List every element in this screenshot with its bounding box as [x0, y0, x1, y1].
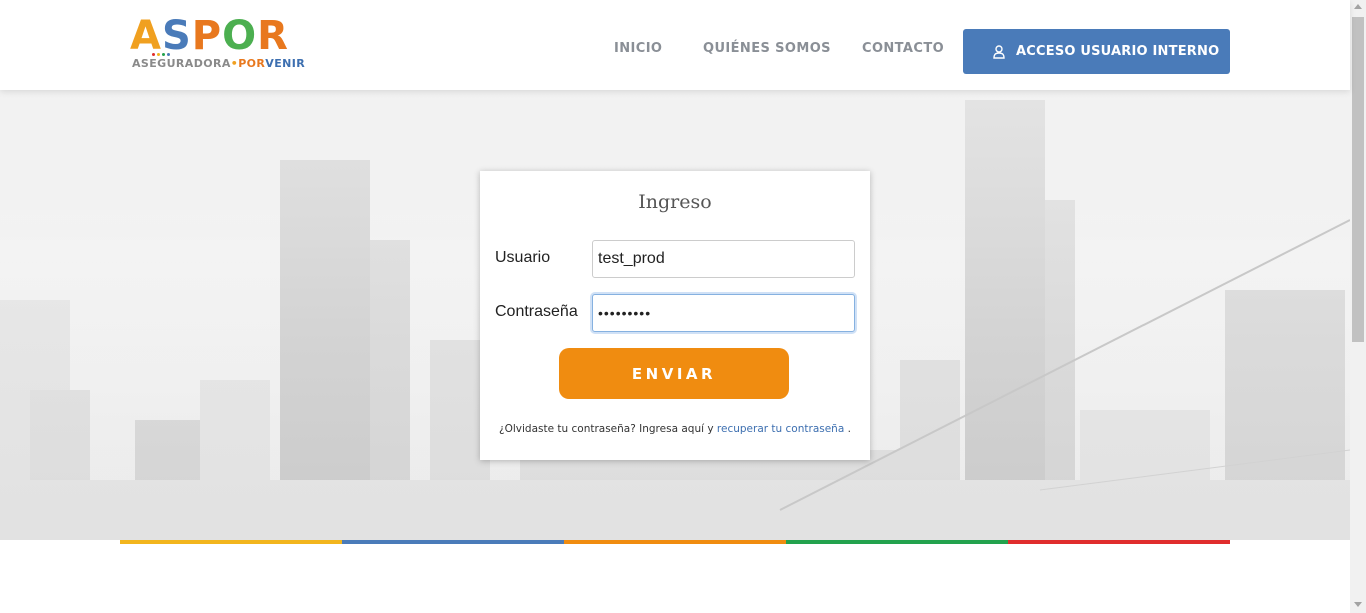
- logo-letter-s: S: [161, 13, 192, 59]
- site-header: ASPOR ASEGURADORA•PORVENIR INICIO QUIÉNE…: [0, 0, 1350, 90]
- forgot-text: ¿Olvidaste tu contraseña? Ingresa aquí y: [499, 423, 717, 435]
- acceso-usuario-interno-label: ACCESO USUARIO INTERNO: [1016, 44, 1220, 59]
- scroll-thumb[interactable]: [1352, 17, 1364, 342]
- nav-contacto[interactable]: CONTACTO: [862, 41, 944, 56]
- color-stripe-blue: [342, 540, 564, 544]
- login-card: Ingreso Usuario Contraseña ENVIAR ¿Olvid…: [480, 171, 870, 460]
- scroll-down-arrow-icon[interactable]: [1354, 602, 1362, 607]
- scroll-up-arrow-icon[interactable]: [1354, 4, 1362, 9]
- username-label: Usuario: [495, 249, 551, 266]
- nav-quienes-somos[interactable]: QUIÉNES SOMOS: [703, 41, 831, 56]
- user-icon: [993, 44, 1005, 59]
- recover-password-link[interactable]: recuperar tu contraseña: [717, 423, 844, 435]
- logo-wordmark: ASPOR: [130, 16, 289, 56]
- page-scrollbar[interactable]: [1350, 0, 1366, 613]
- logo-dots: [152, 43, 178, 56]
- password-input[interactable]: [592, 294, 855, 332]
- aspor-logo[interactable]: ASPOR ASEGURADORA•PORVENIR: [130, 16, 360, 72]
- password-label: Contraseña: [495, 303, 578, 320]
- logo-tagline: ASEGURADORA•PORVENIR: [132, 57, 306, 70]
- forgot-end: .: [844, 423, 851, 435]
- username-input[interactable]: [592, 240, 855, 278]
- logo-letter-p: P: [191, 13, 223, 59]
- login-title: Ingreso: [638, 191, 712, 213]
- logo-letter-o: O: [222, 13, 258, 59]
- color-stripe-orange: [564, 540, 786, 544]
- color-stripe-red: [1008, 540, 1230, 544]
- nav-inicio[interactable]: INICIO: [614, 41, 662, 56]
- acceso-usuario-interno-button[interactable]: ACCESO USUARIO INTERNO: [963, 29, 1230, 74]
- color-stripe-yellow: [120, 540, 342, 544]
- page: ASPOR ASEGURADORA•PORVENIR INICIO QUIÉNE…: [0, 0, 1366, 613]
- color-stripe-green: [786, 540, 1008, 544]
- enviar-button[interactable]: ENVIAR: [559, 348, 789, 399]
- logo-letter-r: R: [257, 13, 289, 59]
- forgot-password-text: ¿Olvidaste tu contraseña? Ingresa aquí y…: [480, 423, 870, 435]
